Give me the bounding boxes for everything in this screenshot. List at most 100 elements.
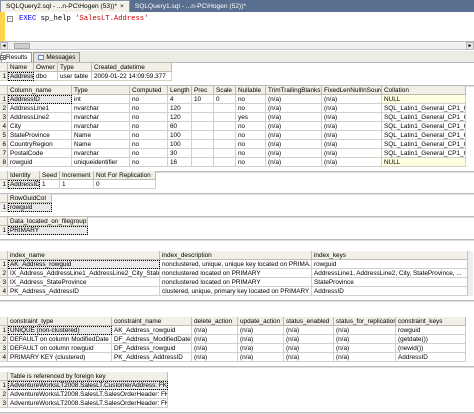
grid-corner[interactable] — [0, 171, 8, 180]
grid-cell[interactable]: no — [130, 113, 168, 122]
grid-cell[interactable]: 16 — [168, 158, 192, 167]
grid-cell[interactable]: DEFAULT on column ModifiedDate — [8, 335, 112, 344]
grid-cell[interactable]: rowguid — [8, 158, 72, 167]
grid-cell[interactable]: (n/a) — [266, 158, 322, 167]
grid-cell[interactable]: Address — [8, 72, 34, 81]
grid-cell[interactable]: 100 — [168, 131, 192, 140]
tab-messages[interactable]: Messages — [33, 52, 81, 62]
grid-cell[interactable]: (n/a) — [238, 344, 284, 353]
grid-cell[interactable]: (n/a) — [322, 149, 382, 158]
grid-cell[interactable]: AddressID — [312, 287, 472, 296]
grid-splitter[interactable] — [0, 300, 474, 302]
grid-cell[interactable]: nvarchar — [72, 122, 130, 131]
column-header[interactable]: Type — [72, 86, 130, 95]
grid-cell[interactable]: nvarchar — [72, 149, 130, 158]
grid-cell[interactable]: CountryRegion — [8, 140, 72, 149]
grid-cell[interactable]: (n/a) — [284, 335, 334, 344]
result-grid-1[interactable]: Name Owner Type Created_datetime 1 Address dbo… — [0, 63, 474, 81]
column-header[interactable]: Computed — [130, 86, 168, 95]
grid-cell[interactable]: AK_Address_rowguid — [112, 326, 192, 335]
grid-cell[interactable] — [192, 104, 214, 113]
column-header[interactable]: TrimTrailingBlanks — [266, 86, 322, 95]
grid-cell[interactable]: (n/a) — [266, 149, 322, 158]
grid-cell[interactable] — [214, 149, 236, 158]
grid-cell[interactable]: (n/a) — [322, 113, 382, 122]
grid-cell[interactable]: PK_Address_AddressID — [8, 287, 160, 296]
grid-cell[interactable]: no — [130, 140, 168, 149]
grid-cell[interactable]: NULL — [382, 95, 466, 104]
grid-cell[interactable] — [192, 122, 214, 131]
grid-cell[interactable]: (newid()) — [396, 344, 466, 353]
column-header[interactable]: Collation — [382, 86, 466, 95]
grid-cell[interactable]: DEFAULT on column rowguid — [8, 344, 112, 353]
grid-cell[interactable]: (n/a) — [266, 140, 322, 149]
grid-cell[interactable] — [214, 158, 236, 167]
grid-cell[interactable]: AddressLine1, AddressLine2, City, StateP… — [312, 269, 472, 278]
grid-cell[interactable]: no — [130, 122, 168, 131]
grid-cell[interactable]: rowguid — [8, 203, 52, 212]
grid-cell[interactable]: DF_Address_rowguid — [112, 344, 192, 353]
grid-corner[interactable] — [0, 194, 8, 203]
grid-cell[interactable]: 100 — [168, 140, 192, 149]
column-header[interactable]: index_keys — [312, 251, 472, 260]
row-number[interactable]: 3 — [0, 113, 8, 122]
column-header[interactable]: Type — [58, 63, 92, 72]
column-header[interactable]: Not For Replication — [94, 171, 156, 180]
grid-cell[interactable]: no — [236, 95, 266, 104]
grid-cell[interactable]: nonclustered located on PRIMARY — [160, 278, 312, 287]
grid-cell[interactable]: AK_Address_rowguid — [8, 260, 160, 269]
grid-cell[interactable]: (n/a) — [284, 326, 334, 335]
collapse-icon[interactable]: − — [7, 16, 13, 22]
result-grid-6[interactable]: index_name index_description index_keys 1 AK… — [0, 251, 474, 296]
grid-cell[interactable]: no — [236, 158, 266, 167]
row-number[interactable]: 3 — [0, 399, 8, 408]
grid-cell[interactable]: uniqueidentifier — [72, 158, 130, 167]
row-number[interactable]: 5 — [0, 131, 8, 140]
grid-cell[interactable]: (n/a) — [322, 131, 382, 140]
grid-cell[interactable]: PostalCode — [8, 149, 72, 158]
grid-corner[interactable] — [0, 86, 8, 95]
query-text[interactable]: EXEC sp_help 'SalesLT.Address' — [19, 15, 148, 23]
grid-corner[interactable] — [0, 317, 8, 326]
grid-cell[interactable]: (n/a) — [192, 353, 238, 362]
grid-cell[interactable]: (n/a) — [334, 335, 396, 344]
grid-cell[interactable]: int — [72, 95, 130, 104]
result-grid-4[interactable]: RowGuidCol 1 rowguid — [0, 194, 474, 212]
grid-cell[interactable]: (n/a) — [266, 95, 322, 104]
column-header[interactable]: Name — [8, 63, 34, 72]
grid-cell[interactable]: (n/a) — [322, 122, 382, 131]
grid-cell[interactable]: 4 — [168, 95, 192, 104]
column-header[interactable]: Owner — [34, 63, 58, 72]
column-header[interactable]: Table is referenced by foreign key — [8, 372, 168, 381]
result-grid-8[interactable]: Table is referenced by foreign key 1 Adven… — [0, 372, 474, 408]
grid-cell[interactable] — [192, 149, 214, 158]
grid-cell[interactable]: 0 — [94, 180, 156, 189]
grid-cell[interactable]: (n/a) — [192, 326, 238, 335]
grid-cell[interactable]: 120 — [168, 104, 192, 113]
grid-cell[interactable]: 1 — [40, 180, 60, 189]
grid-cell[interactable]: (getdate()) — [396, 335, 466, 344]
grid-cell[interactable]: PRIMARY — [8, 226, 88, 235]
grid-cell[interactable]: nvarchar — [72, 104, 130, 113]
grid-cell[interactable]: (n/a) — [322, 104, 382, 113]
result-grid-3[interactable]: Identity Seed Increment Not For Replication… — [0, 171, 474, 189]
row-number[interactable]: 8 — [0, 158, 8, 167]
column-header[interactable]: delete_action — [192, 317, 238, 326]
grid-cell[interactable]: user table — [58, 72, 92, 81]
grid-splitter[interactable] — [0, 239, 474, 241]
grid-cell[interactable]: (n/a) — [238, 335, 284, 344]
column-header[interactable]: update_action — [238, 317, 284, 326]
grid-cell[interactable]: 60 — [168, 122, 192, 131]
tab-sqlquery1[interactable]: SQLQuery1.sql - ...n-PC\Hogen (52))* — [130, 0, 251, 12]
grid-cell[interactable]: (n/a) — [266, 113, 322, 122]
grid-cell[interactable]: 2009-01-22 14:09:59.377 — [92, 72, 172, 81]
grid-cell[interactable]: 1 — [60, 180, 94, 189]
grid-cell[interactable] — [192, 113, 214, 122]
grid-cell[interactable]: IX_Address_StateProvince — [8, 278, 160, 287]
column-header[interactable]: Created_datetime — [92, 63, 172, 72]
scrollbar-thumb[interactable] — [14, 43, 30, 49]
grid-vertical-scrollbar[interactable] — [467, 251, 473, 296]
column-header[interactable]: Scale — [214, 86, 236, 95]
grid-cell[interactable]: SQL_Latin1_General_CP1_CI_AS — [382, 104, 466, 113]
grid-cell[interactable]: (n/a) — [322, 95, 382, 104]
